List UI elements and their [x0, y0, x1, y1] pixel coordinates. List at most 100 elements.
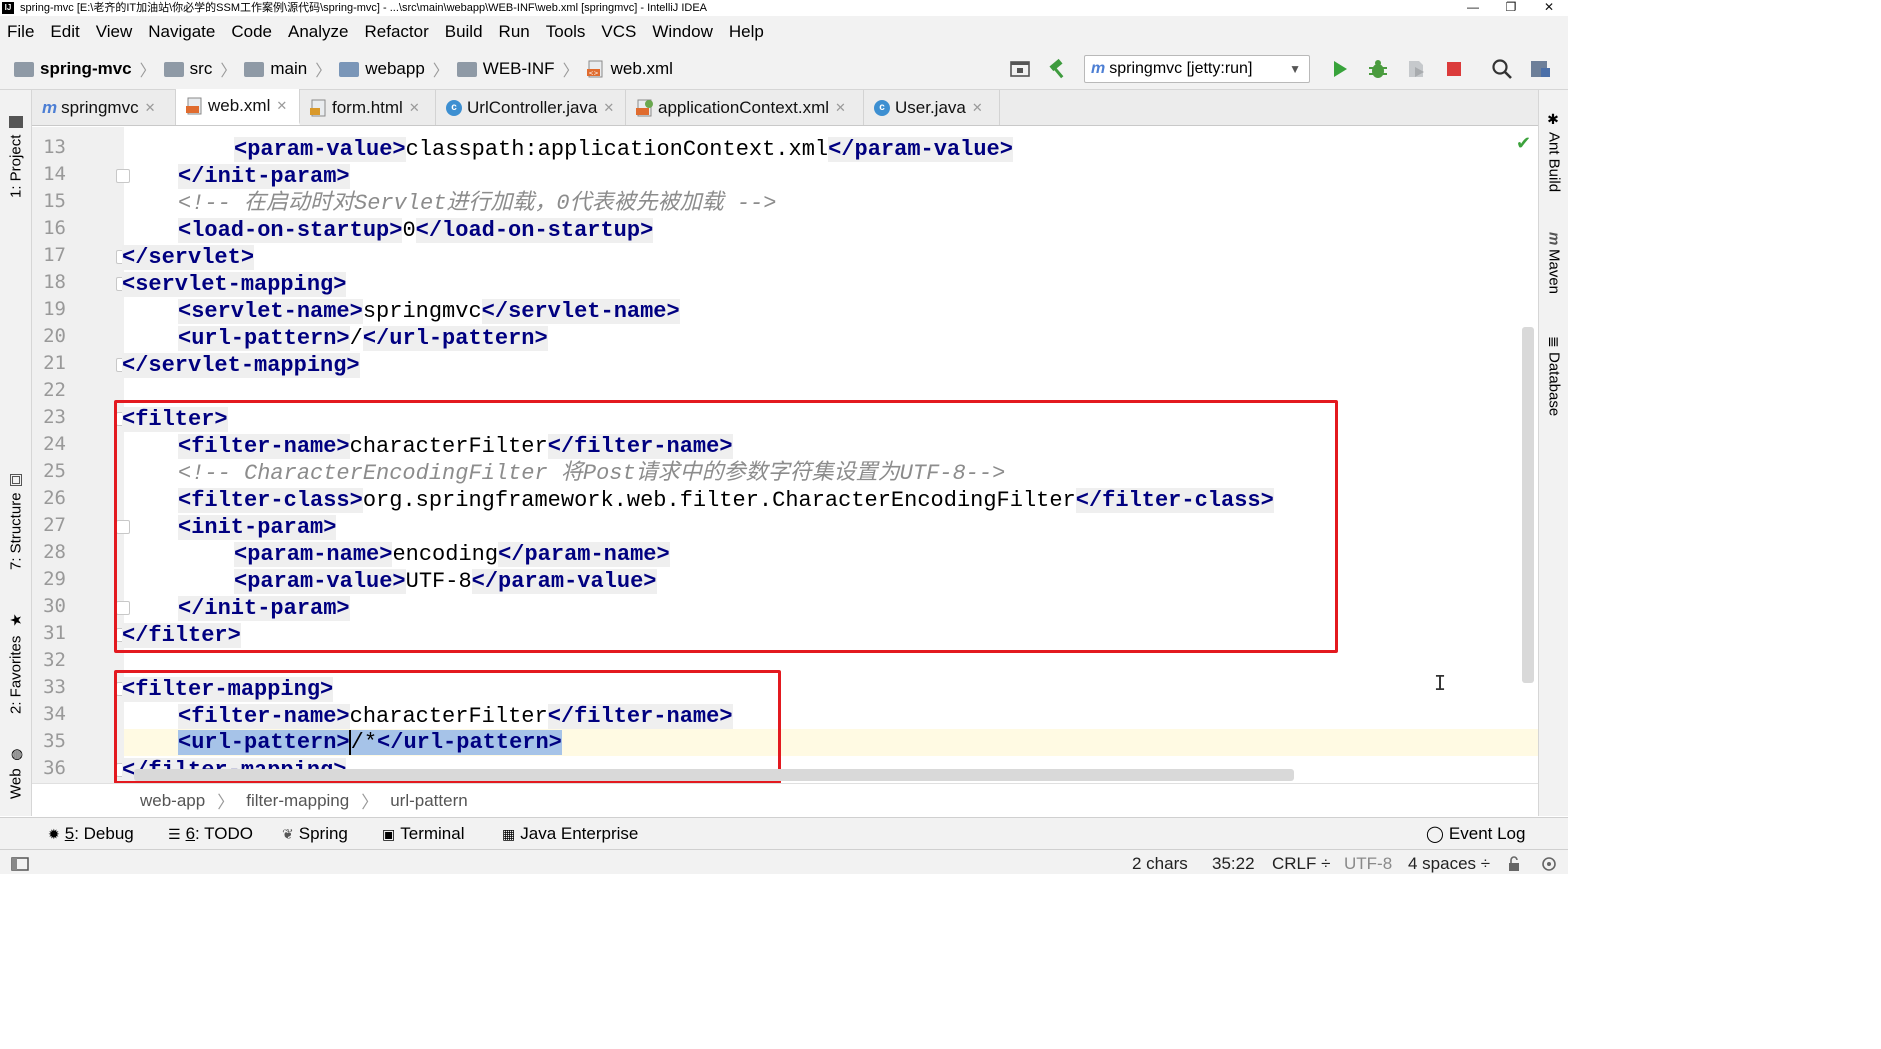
tool-tab-number: 6: [185, 824, 196, 843]
crumb-src[interactable]: src 〉: [163, 57, 245, 81]
crumb-main[interactable]: main 〉: [244, 57, 339, 81]
tool-tab-todo[interactable]: ☰ 6: TODO: [168, 818, 253, 850]
menu-file[interactable]: File: [0, 22, 42, 42]
tool-tab-favorites[interactable]: 2: Favorites ★: [0, 606, 32, 720]
frame-icon[interactable]: [1008, 57, 1032, 81]
line-number: 24: [43, 433, 66, 455]
restore-button[interactable]: ❐: [1492, 0, 1530, 16]
vertical-scrollbar[interactable]: [1522, 327, 1534, 683]
event-log-button[interactable]: ◯ Event Log: [1426, 818, 1525, 850]
window-controls: — ❐ ✕: [1454, 0, 1568, 16]
tab-springmvc[interactable]: m springmvc ✕: [32, 90, 176, 125]
menu-vcs[interactable]: VCS: [593, 22, 644, 42]
project-structure-icon[interactable]: [1528, 57, 1552, 81]
run-icon[interactable]: [1328, 57, 1352, 81]
tab-urlcontroller-java[interactable]: c UrlController.java ✕: [436, 90, 626, 125]
tab-user-java[interactable]: c User.java ✕: [864, 90, 1000, 125]
crumb-label: webapp: [365, 59, 425, 78]
close-tab-icon[interactable]: ✕: [603, 100, 614, 116]
close-tab-icon[interactable]: ✕: [972, 100, 983, 116]
line-number: 35: [43, 730, 66, 752]
close-tab-icon[interactable]: ✕: [835, 100, 846, 116]
xml-crumb-url-pattern[interactable]: url-pattern: [390, 791, 467, 811]
tab-web-xml[interactable]: web.xml ✕: [176, 89, 300, 125]
tool-tab-label: : TODO: [195, 824, 253, 843]
line-number: 18: [43, 271, 66, 293]
crumb-web-inf[interactable]: WEB-INF 〉: [456, 57, 587, 81]
close-tab-icon[interactable]: ✕: [409, 100, 420, 116]
chevron-right-icon: 〉: [315, 63, 332, 80]
menu-code[interactable]: Code: [223, 22, 280, 42]
tool-tab-java-enterprise[interactable]: ▦ Java Enterprise: [502, 818, 638, 850]
menu-refactor[interactable]: Refactor: [356, 22, 436, 42]
menu-build[interactable]: Build: [437, 22, 491, 42]
tab-applicationcontext-xml[interactable]: applicationContext.xml ✕: [626, 90, 864, 125]
line-separator-select[interactable]: CRLF ÷: [1272, 852, 1330, 876]
code-area[interactable]: <param-value>classpath:applicationContex…: [114, 127, 1538, 783]
crumb-label: WEB-INF: [482, 59, 555, 78]
tool-tab-terminal[interactable]: ▣ Terminal: [382, 818, 464, 850]
tool-tab-label: 1: Project: [7, 134, 25, 198]
menu-window[interactable]: Window: [644, 22, 720, 42]
code-editor[interactable]: 13 14 15 16 17 18 19 20 21 22 23 24 25 2…: [32, 127, 1538, 783]
tool-tab-ant-build[interactable]: ✱ Ant Build: [1539, 104, 1569, 200]
bug-icon: ✹: [48, 825, 60, 842]
tab-form-html[interactable]: form.html ✕: [300, 90, 436, 125]
line-number: 36: [43, 757, 66, 779]
close-window-button[interactable]: ✕: [1530, 0, 1568, 16]
minimize-button[interactable]: —: [1454, 0, 1492, 16]
caret-position[interactable]: 35:22: [1212, 852, 1255, 876]
xml-breadcrumb: web-app 〉 filter-mapping 〉 url-pattern: [32, 783, 1538, 817]
menu-view[interactable]: View: [88, 22, 141, 42]
line-number: 33: [43, 676, 66, 698]
tool-tab-maven[interactable]: m Maven: [1539, 224, 1569, 302]
file-encoding[interactable]: UTF-8: [1344, 852, 1392, 876]
indent-select[interactable]: 4 spaces ÷: [1408, 852, 1490, 876]
menu-run[interactable]: Run: [491, 22, 538, 42]
stop-icon[interactable]: [1442, 57, 1466, 81]
folder-icon: [163, 61, 184, 77]
tool-tab-number: 5: [64, 824, 75, 843]
tool-tab-database[interactable]: ≣ Database: [1539, 328, 1569, 424]
inspector-icon[interactable]: [1540, 852, 1558, 876]
code-line: <servlet-mapping>: [122, 271, 347, 298]
coverage-icon[interactable]: [1404, 57, 1428, 81]
menu-edit[interactable]: Edit: [42, 22, 87, 42]
menu-help[interactable]: Help: [721, 22, 772, 42]
chevron-right-icon: 〉: [361, 793, 379, 812]
xml-tag: </servlet>: [122, 245, 255, 270]
tool-tab-debug[interactable]: ✹ 5: Debug: [48, 818, 134, 850]
tool-tab-web[interactable]: Web ◍: [0, 742, 32, 804]
event-log-label: Event Log: [1448, 824, 1526, 843]
xml-crumb-web-app[interactable]: web-app: [140, 791, 205, 811]
mouse-cursor-icon: I: [1434, 671, 1447, 695]
run-configuration-select[interactable]: m springmvc [jetty:run] ▼: [1084, 55, 1310, 83]
tab-label: springmvc: [61, 97, 139, 117]
terminal-icon: ▣: [382, 825, 396, 842]
tool-tab-label: : Debug: [74, 824, 134, 843]
tool-tab-structure[interactable]: 7: Structure: [0, 466, 32, 578]
globe-icon: ◍: [8, 746, 24, 763]
close-tab-icon[interactable]: ✕: [145, 100, 156, 116]
crumb-project[interactable]: spring-mvc 〉: [14, 57, 164, 81]
xml-tag: <param-value>: [234, 137, 406, 162]
toggle-tool-windows-icon[interactable]: [10, 852, 30, 876]
tool-tab-project[interactable]: 1: Project: [0, 102, 32, 212]
debug-icon[interactable]: [1366, 57, 1390, 81]
search-icon[interactable]: [1490, 57, 1514, 81]
line-number: 34: [43, 703, 66, 725]
line-number: 26: [43, 487, 66, 509]
close-tab-icon[interactable]: ✕: [276, 98, 287, 114]
tool-tab-spring[interactable]: ❦ Spring: [282, 818, 348, 850]
crumb-web-xml[interactable]: <> web.xml: [586, 59, 673, 79]
menu-tools[interactable]: Tools: [538, 22, 594, 42]
menu-navigate[interactable]: Navigate: [140, 22, 223, 42]
xml-tag: <load-on-startup>: [178, 218, 403, 243]
lock-icon[interactable]: [1506, 852, 1522, 876]
build-hammer-icon[interactable]: [1046, 57, 1070, 81]
tool-tab-label: 7: Structure: [7, 492, 25, 570]
crumb-webapp[interactable]: webapp 〉: [339, 57, 457, 81]
menu-analyze[interactable]: Analyze: [280, 22, 356, 42]
horizontal-scrollbar[interactable]: [134, 769, 1294, 781]
xml-crumb-filter-mapping[interactable]: filter-mapping: [246, 791, 349, 811]
